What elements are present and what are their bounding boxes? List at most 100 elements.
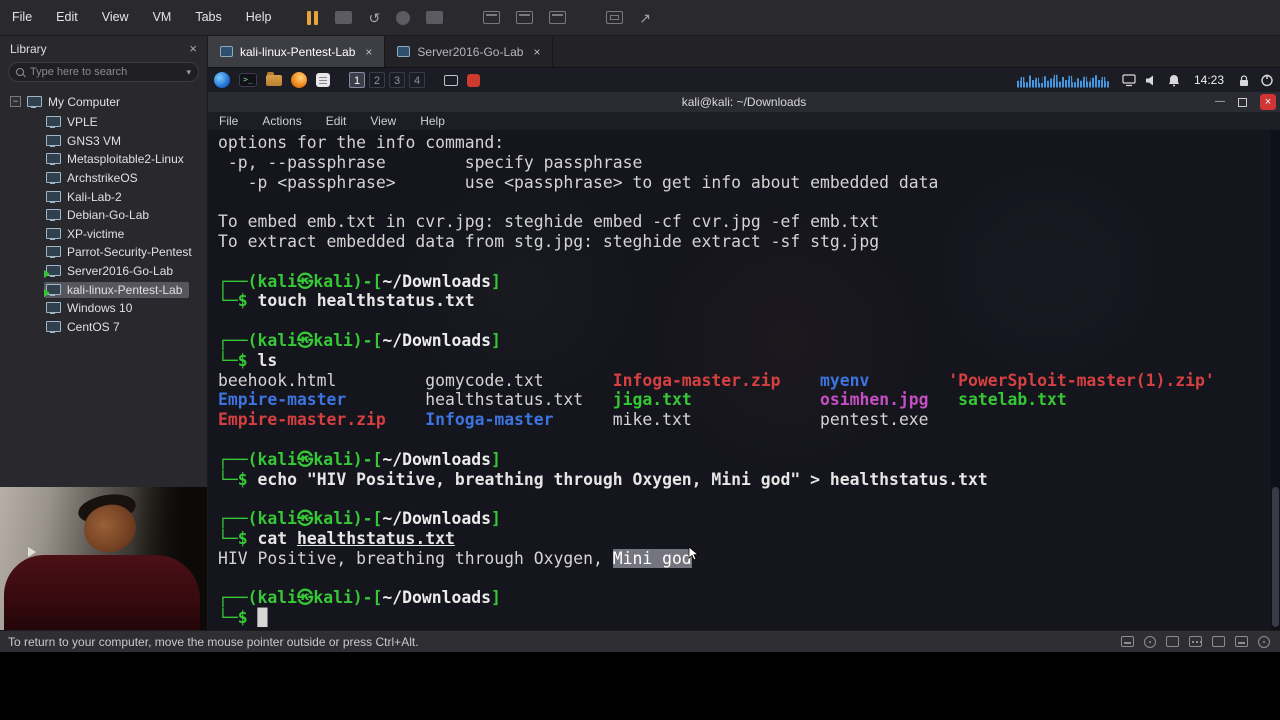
menu-help[interactable]: Help (234, 0, 284, 35)
terminal-menu-actions[interactable]: Actions (262, 114, 301, 128)
sidebar-item-label: VPLE (67, 115, 98, 130)
sidebar-item-parrot-security-pentest[interactable]: Parrot-Security-Pentest (0, 243, 207, 262)
snapshot-manager-button[interactable] (426, 11, 444, 24)
close-library-icon[interactable]: × (189, 41, 197, 56)
panel-indicators: 14:23 (1016, 73, 1274, 88)
running-badge-icon (44, 270, 50, 279)
unity-view-button[interactable]: ↗ (639, 11, 651, 25)
revert-snapshot-button[interactable]: ↺ (368, 11, 380, 25)
sidebar-item-content: Metasploitable2-Linux (44, 151, 191, 167)
text-segment: ~/Downloads (382, 509, 491, 529)
collapse-icon[interactable]: − (10, 96, 21, 107)
lock-icon[interactable] (1237, 74, 1251, 87)
floppy-icon[interactable] (1166, 636, 1179, 647)
notifications-icon[interactable] (1167, 74, 1181, 87)
library-search[interactable]: ▾ (8, 62, 199, 82)
sidebar-item-kali-lab-2[interactable]: Kali-Lab-2 (0, 187, 207, 206)
close-tab-icon[interactable]: × (365, 45, 372, 59)
sidebar-item-my-computer[interactable]: − My Computer (0, 92, 207, 111)
text-segment (929, 390, 959, 409)
open-window-icon[interactable] (444, 74, 458, 86)
cd-rom-icon[interactable] (1144, 635, 1156, 648)
browser-icon[interactable] (291, 72, 307, 88)
recorder-icon[interactable] (467, 73, 480, 87)
search-dropdown-icon[interactable]: ▾ (186, 67, 191, 78)
vmware-workstation-window: FileEditViewVMTabsHelp ↺ ↗ Library × ▾ (0, 0, 1280, 720)
terminal-menu-file[interactable]: File (219, 114, 238, 128)
network-adapter-icon[interactable] (1189, 636, 1202, 647)
text-segment: └─$ (218, 528, 258, 548)
sound-device-icon[interactable] (1235, 636, 1248, 647)
terminal-scrollbar[interactable] (1271, 130, 1280, 630)
workspace-1[interactable]: 1 (349, 72, 365, 88)
sidebar-item-vple[interactable]: VPLE (0, 113, 207, 132)
text-segment (692, 390, 820, 409)
close-tab-icon[interactable]: × (533, 45, 540, 59)
minimize-button[interactable]: — (1212, 94, 1228, 110)
hard-disk-icon[interactable] (1121, 636, 1134, 647)
terminal-title-bar[interactable]: kali@kali: ~/Downloads — × (208, 92, 1280, 112)
scrollbar-thumb[interactable] (1272, 487, 1279, 627)
console-view-button[interactable] (516, 11, 534, 24)
menu-view[interactable]: View (90, 0, 141, 35)
maximize-button[interactable] (1234, 94, 1250, 110)
vm-monitor-icon (46, 302, 61, 315)
sidebar-item-archstrikeos[interactable]: ArchstrikeOS (0, 169, 207, 188)
terminal-launcher-icon[interactable]: >_ (239, 73, 257, 87)
display-icon[interactable] (1122, 73, 1136, 87)
sidebar-item-server2016-go-lab[interactable]: Server2016-Go-Lab (0, 262, 207, 281)
search-input[interactable] (30, 66, 183, 78)
workspace-4[interactable]: 4 (409, 72, 425, 88)
sidebar-item-label: Metasploitable2-Linux (67, 152, 184, 167)
menu-file[interactable]: File (0, 0, 44, 35)
terminal-line: Empire-master.zip Infoga-master mike.txt… (218, 410, 1280, 430)
terminal-line: beehook.html gomycode.txt Infoga-master.… (218, 371, 1280, 391)
menu-edit[interactable]: Edit (44, 0, 90, 35)
tab-server2016-go-lab[interactable]: Server2016-Go-Lab × (385, 36, 554, 67)
sidebar-item-label: CentOS 7 (67, 319, 120, 334)
text-editor-icon[interactable] (316, 73, 330, 87)
sidebar-item-windows-10[interactable]: Windows 10 (0, 299, 207, 318)
show-library-button[interactable] (483, 11, 501, 24)
kali-top-panel: >_ 1234 14:23 (208, 68, 1280, 92)
close-button[interactable]: × (1260, 94, 1276, 110)
terminal-line (218, 489, 1280, 509)
file-manager-icon[interactable] (266, 71, 282, 86)
usb-device-icon[interactable] (1212, 636, 1225, 647)
power-icon[interactable] (1260, 73, 1274, 87)
pause-vm-button[interactable] (307, 10, 319, 25)
vm-monitor-icon (46, 227, 61, 240)
panel-clock[interactable]: 14:23 (1190, 73, 1228, 87)
sidebar-item-metasploitable2-linux[interactable]: Metasploitable2-Linux (0, 150, 207, 169)
text-segment (218, 311, 228, 330)
message-log-icon[interactable] (1258, 635, 1270, 648)
terminal-line: └─$ touch healthstatus.txt (218, 291, 1280, 311)
thumbnail-bar-button[interactable] (549, 11, 567, 24)
menu-vm[interactable]: VM (141, 0, 184, 35)
send-ctrl-alt-del-button[interactable] (335, 11, 353, 24)
terminal-menu-edit[interactable]: Edit (326, 114, 347, 128)
workspace-3[interactable]: 3 (389, 72, 405, 88)
sidebar-item-label: Kali-Lab-2 (67, 189, 122, 204)
volume-icon[interactable] (1145, 74, 1158, 87)
fullscreen-button[interactable] (606, 11, 624, 24)
vm-monitor-icon (46, 190, 61, 203)
sidebar-item-content: ArchstrikeOS (44, 170, 145, 186)
sidebar-item-centos-7[interactable]: CentOS 7 (0, 318, 207, 337)
terminal-menu-view[interactable]: View (370, 114, 396, 128)
terminal-body[interactable]: options for the info command: -p, --pass… (208, 130, 1280, 630)
sidebar-item-xp-victime[interactable]: XP-victime (0, 225, 207, 244)
terminal-line: └─$ █ (218, 608, 1280, 628)
workspace-2[interactable]: 2 (369, 72, 385, 88)
sidebar-item-kali-linux-pentest-lab[interactable]: kali-linux-Pentest-Lab (0, 280, 207, 299)
sidebar-item-debian-go-lab[interactable]: Debian-Go-Lab (0, 206, 207, 225)
snapshot-clock-button[interactable] (396, 10, 411, 25)
text-segment: Infoga-master (425, 410, 554, 430)
tab-kali-linux-pentest-lab[interactable]: kali-linux-Pentest-Lab × (208, 36, 386, 67)
text-segment: ┌──(kali㉿kali)-[ (218, 271, 383, 291)
text-segment: ~/Downloads (382, 449, 491, 469)
terminal-menu-help[interactable]: Help (420, 114, 445, 128)
kali-menu-icon[interactable] (214, 72, 230, 88)
sidebar-item-gns3-vm[interactable]: GNS3 VM (0, 132, 207, 151)
menu-tabs[interactable]: Tabs (183, 0, 233, 35)
